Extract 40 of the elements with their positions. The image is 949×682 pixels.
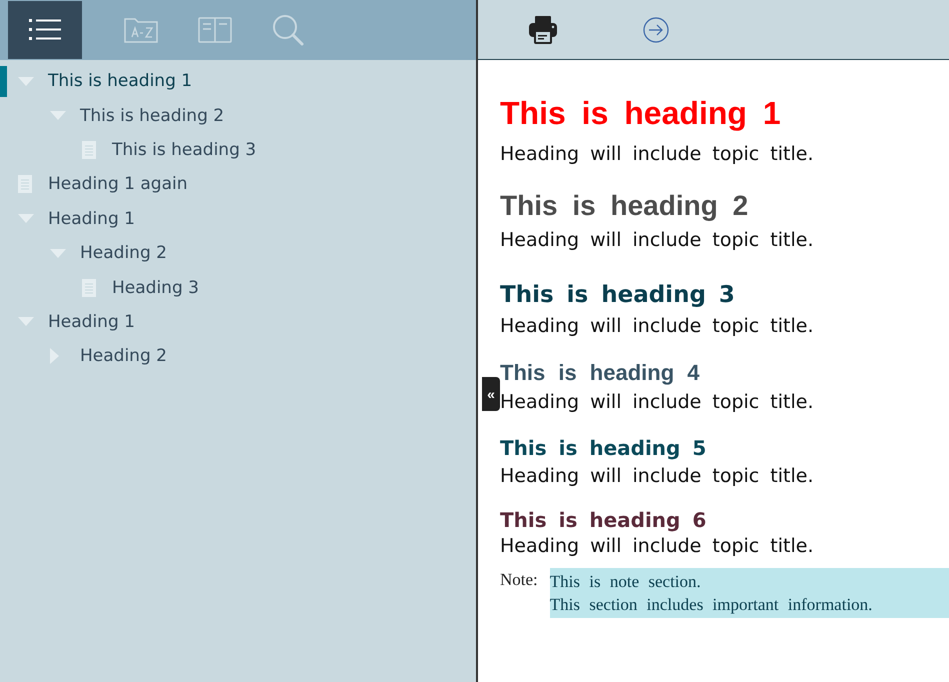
tree-item[interactable]: Heading 2 bbox=[0, 236, 476, 270]
note-text: This section includes important information. bbox=[550, 594, 874, 616]
heading: This is heading 2 bbox=[500, 190, 750, 222]
paragraph: Heading will include topic title. bbox=[500, 390, 814, 414]
paragraph: Heading will include topic title. bbox=[500, 464, 814, 488]
tab[interactable] bbox=[8, 1, 82, 59]
document-icon bbox=[82, 140, 96, 159]
expanded-triangle-icon[interactable] bbox=[50, 248, 66, 258]
note-label: Note: bbox=[500, 569, 538, 590]
tree-item[interactable]: Heading 2 bbox=[0, 339, 476, 374]
book-icon bbox=[197, 16, 233, 44]
arrow-circle-icon[interactable] bbox=[643, 16, 669, 42]
collapsed-triangle-icon[interactable] bbox=[50, 348, 59, 364]
expanded-triangle-icon[interactable] bbox=[50, 111, 66, 120]
document-icon bbox=[82, 278, 96, 297]
heading: This is heading 1 bbox=[500, 95, 782, 132]
heading: This is heading 6 bbox=[500, 508, 708, 532]
collapse-button[interactable]: « bbox=[482, 377, 500, 411]
tree-item[interactable]: Heading 1 again bbox=[0, 167, 476, 202]
expanded-triangle-icon[interactable] bbox=[18, 317, 34, 326]
heading: This is heading 5 bbox=[500, 436, 708, 460]
tree-item[interactable]: This is heading 2 bbox=[0, 98, 476, 133]
tree-item[interactable]: Heading 3 bbox=[0, 270, 476, 305]
heading: This is heading 4 bbox=[500, 360, 700, 386]
paragraph: Heading will include topic title. bbox=[500, 142, 814, 166]
expanded-triangle-icon[interactable] bbox=[18, 214, 34, 224]
tree-item[interactable]: This is heading 1 bbox=[0, 64, 476, 98]
printer-icon[interactable] bbox=[528, 14, 558, 44]
tree-item[interactable]: Heading 1 bbox=[0, 304, 476, 340]
paragraph: Heading will include topic title. bbox=[500, 228, 814, 252]
paragraph: Heading will include topic title. bbox=[500, 314, 814, 338]
az-folder-icon bbox=[123, 16, 159, 44]
heading: This is heading 3 bbox=[500, 282, 736, 308]
paragraph: Heading will include topic title. bbox=[500, 534, 814, 558]
note-text: This is note section. bbox=[550, 571, 702, 593]
tree-item[interactable]: This is heading 3 bbox=[0, 132, 476, 168]
expanded-triangle-icon[interactable] bbox=[18, 76, 34, 86]
document-icon bbox=[18, 175, 32, 194]
tree-item[interactable]: Heading 1 bbox=[0, 202, 476, 236]
selection-bar bbox=[0, 66, 7, 97]
